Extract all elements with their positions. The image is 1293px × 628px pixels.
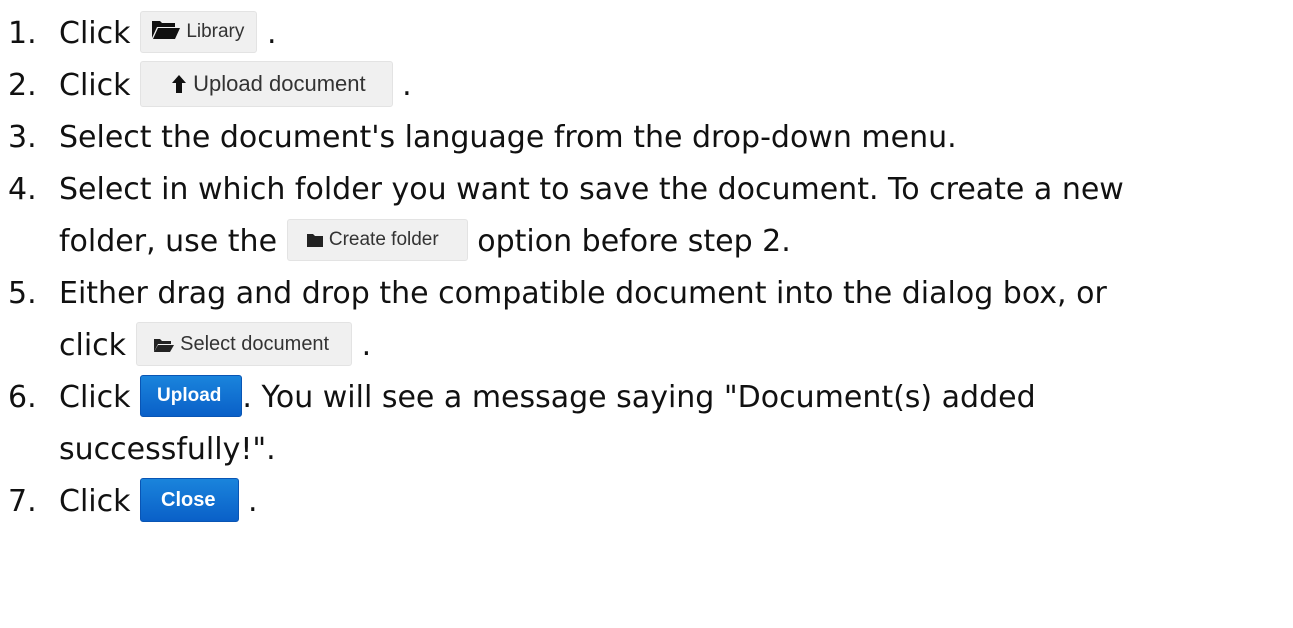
step-6: 6. Click Upload. You will see a message … [8, 372, 1288, 476]
step-text: click [59, 328, 136, 363]
select-document-button[interactable]: Select document [135, 321, 353, 366]
folder-icon [306, 233, 323, 247]
arrow-up-icon [172, 74, 187, 93]
step-text: Select in which folder you want to save … [59, 172, 1124, 207]
folder-open-icon [153, 338, 174, 352]
step-text: . [248, 484, 258, 519]
create-folder-button-label: Create folder [328, 228, 439, 250]
step-5: 5. Either drag and drop the compatible d… [8, 268, 1288, 372]
step-text: . You will see a message saying "Documen… [242, 380, 1036, 415]
step-text: Click [59, 380, 141, 415]
step-1: 1. Click Library . [8, 8, 1288, 60]
step-text: Click [59, 484, 141, 519]
create-folder-button[interactable]: Create folder [286, 218, 468, 261]
library-button[interactable]: Library [140, 10, 258, 53]
step-text: Click [59, 68, 141, 103]
step-number: 4. [8, 172, 37, 207]
upload-document-button[interactable]: Upload document [140, 60, 393, 107]
step-text: . [361, 328, 372, 363]
upload-document-button-label: Upload document [193, 70, 366, 96]
instruction-steps: 1. Click Library . 2. Click Upload docum… [8, 8, 1288, 528]
close-button[interactable]: Close [140, 477, 239, 522]
library-button-label: Library [186, 20, 245, 42]
step-text: Click [59, 16, 141, 51]
step-number: 6. [8, 380, 37, 415]
step-text: option before step 2. [477, 224, 791, 259]
step-text: Select the document's language from the … [59, 120, 957, 155]
step-2: 2. Click Upload document . [8, 60, 1288, 112]
step-7: 7. Click Close . [8, 476, 1288, 528]
step-number: 3. [8, 120, 37, 155]
step-number: 2. [8, 68, 37, 103]
step-number: 7. [8, 484, 37, 519]
folder-open-icon [152, 20, 181, 39]
step-text: . [266, 16, 277, 51]
upload-button[interactable]: Upload [140, 374, 243, 417]
select-document-button-label: Select document [180, 332, 330, 355]
step-4: 4. Select in which folder you want to sa… [8, 164, 1288, 268]
step-text: successfully!". [59, 432, 276, 467]
step-number: 1. [8, 16, 37, 51]
step-number: 5. [8, 276, 37, 311]
step-text: . [402, 68, 412, 103]
step-text: Either drag and drop the compatible docu… [59, 276, 1107, 311]
step-3: 3. Select the document's language from t… [8, 112, 1288, 164]
step-text: folder, use the [59, 224, 287, 259]
